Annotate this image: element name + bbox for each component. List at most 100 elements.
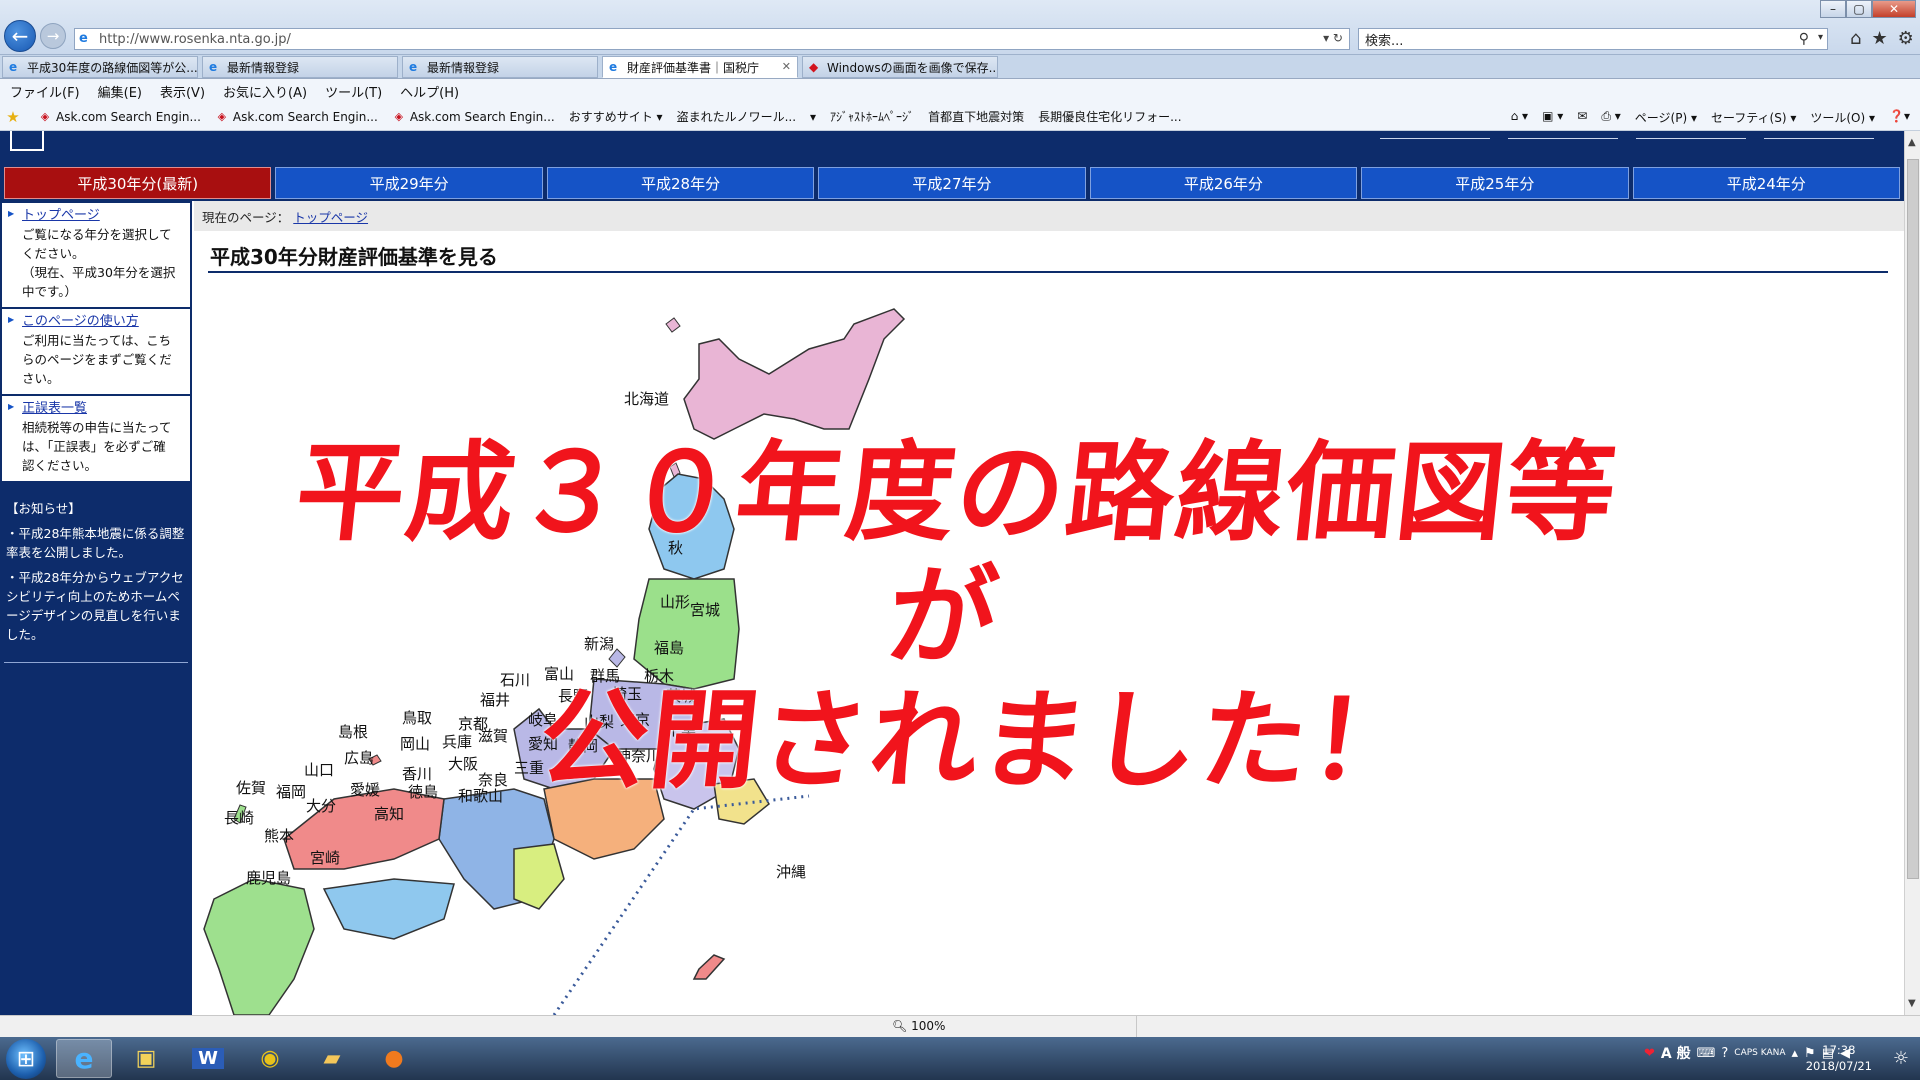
- map-label[interactable]: 富山: [544, 665, 574, 683]
- menu-favorites[interactable]: お気に入り(A): [223, 82, 307, 101]
- rss-icon[interactable]: ▣ ▾: [1542, 109, 1563, 126]
- help-icon[interactable]: ❓▾: [1889, 109, 1910, 126]
- taskbar-ie[interactable]: e: [56, 1039, 112, 1078]
- map-label[interactable]: 山形: [660, 593, 690, 611]
- show-desktop-button[interactable]: ☼: [1882, 1037, 1920, 1080]
- taskbar-app[interactable]: ▣: [118, 1039, 174, 1078]
- favorite-item[interactable]: ◈ Ask.com Search Engin...: [215, 110, 378, 124]
- map-label[interactable]: 石川: [500, 671, 530, 689]
- map-label[interactable]: 千葉: [666, 721, 696, 739]
- map-label[interactable]: 鹿児島: [246, 869, 291, 887]
- map-label[interactable]: 和歌山: [458, 787, 503, 805]
- map-label[interactable]: 東京: [620, 711, 650, 729]
- map-label[interactable]: 長崎: [224, 809, 254, 827]
- map-label[interactable]: 新潟: [584, 635, 614, 653]
- map-label[interactable]: 愛媛: [350, 781, 380, 799]
- close-window-button[interactable]: ✕: [1872, 0, 1916, 18]
- home-icon[interactable]: ⌂: [1850, 28, 1861, 49]
- header-link[interactable]: [1380, 131, 1490, 139]
- favorite-item[interactable]: e首都直下地震対策: [0, 108, 1024, 248]
- favorites-star-icon[interactable]: ★: [1871, 28, 1887, 49]
- header-link[interactable]: [1508, 131, 1618, 139]
- map-label[interactable]: 兵庫: [442, 733, 472, 751]
- close-tab-icon[interactable]: ✕: [782, 60, 791, 73]
- maximize-button[interactable]: ▢: [1846, 0, 1872, 18]
- zoom-level[interactable]: 🔍︎ 100%: [892, 1019, 945, 1033]
- region-tohoku-north[interactable]: [648, 473, 735, 580]
- mail-icon[interactable]: ✉: [1577, 109, 1587, 126]
- map-label[interactable]: 三重: [514, 759, 544, 777]
- map-label[interactable]: 広島: [344, 749, 374, 767]
- tab-2[interactable]: e 最新情報登録: [402, 56, 598, 78]
- tab-0[interactable]: e 平成30年度の路線価図等が公...: [2, 56, 198, 78]
- scroll-up-icon[interactable]: ▲: [1908, 137, 1916, 148]
- sidebar-link-top[interactable]: トップページ: [10, 207, 184, 225]
- region-tokai[interactable]: [543, 778, 665, 860]
- map-label[interactable]: 北海道: [624, 390, 669, 408]
- taskbar-explorer[interactable]: ▰: [304, 1039, 360, 1078]
- map-label[interactable]: 栃木: [644, 667, 674, 685]
- command-tools[interactable]: ツール(O) ▾: [1810, 109, 1875, 126]
- refresh-icon[interactable]: ▾ ↻: [1323, 31, 1343, 45]
- menu-help[interactable]: ヘルプ(H): [400, 82, 459, 101]
- map-label[interactable]: 埼玉: [612, 685, 642, 703]
- favorites-add-button[interactable]: ★: [6, 109, 24, 124]
- home-icon[interactable]: ⌂ ▾: [1511, 109, 1528, 126]
- chevron-down-icon[interactable]: ▾: [1818, 32, 1823, 43]
- header-link[interactable]: [1764, 131, 1874, 139]
- header-link[interactable]: [1636, 131, 1746, 139]
- map-label[interactable]: 岐阜: [528, 711, 558, 729]
- breadcrumb-link-top[interactable]: トップページ: [293, 207, 368, 226]
- map-label[interactable]: 高知: [374, 805, 404, 823]
- region-mie[interactable]: [513, 843, 565, 910]
- scrollbar-thumb[interactable]: [1907, 159, 1919, 879]
- print-icon[interactable]: ⎙ ▾: [1601, 109, 1620, 126]
- search-input[interactable]: 検索... ⚲ ▾: [1358, 28, 1828, 50]
- favorite-item[interactable]: e長期優良住宅化リフォー...: [0, 108, 1182, 248]
- map-label[interactable]: 茨城: [666, 687, 696, 705]
- map-label[interactable]: 滋賀: [478, 727, 508, 745]
- menu-view[interactable]: 表示(V): [160, 82, 205, 101]
- tab-h28[interactable]: 平成28年分: [546, 167, 815, 199]
- menu-edit[interactable]: 編集(E): [98, 82, 142, 101]
- prefecture-hokkaido[interactable]: [683, 308, 906, 440]
- map-label[interactable]: 沖縄: [776, 863, 806, 881]
- taskbar-word[interactable]: W: [180, 1039, 236, 1078]
- ime-indicator[interactable]: A 般: [1661, 1043, 1691, 1063]
- map-label[interactable]: 静岡: [568, 737, 598, 755]
- map-label[interactable]: 宮崎: [310, 849, 340, 867]
- menu-file[interactable]: ファイル(F): [10, 82, 80, 101]
- map-label[interactable]: 群馬: [590, 667, 620, 685]
- start-button[interactable]: ⊞: [6, 1039, 46, 1079]
- taskbar-firefox[interactable]: ●: [366, 1039, 422, 1078]
- command-safety[interactable]: セーフティ(S) ▾: [1711, 109, 1796, 126]
- map-label[interactable]: 佐賀: [236, 779, 266, 797]
- island-okinawa[interactable]: [692, 954, 726, 980]
- map-label[interactable]: 福岡: [276, 783, 306, 801]
- favorite-item[interactable]: eおすすめサイト ▾: [0, 108, 663, 248]
- map-label[interactable]: 宮城: [690, 601, 720, 619]
- map-label[interactable]: 愛知: [528, 735, 558, 753]
- search-icon[interactable]: ⚲: [1799, 31, 1809, 47]
- forward-button[interactable]: →: [40, 23, 66, 49]
- map-label[interactable]: 山梨: [584, 713, 614, 731]
- command-page[interactable]: ページ(P) ▾: [1635, 109, 1697, 126]
- sidebar-link-errata[interactable]: 正誤表一覧: [10, 400, 184, 418]
- minimize-button[interactable]: –: [1820, 0, 1846, 18]
- map-label[interactable]: 神奈川: [616, 747, 661, 765]
- ime-tool-icon[interactable]: ⌨: [1697, 1046, 1716, 1061]
- tab-h29[interactable]: 平成29年分: [275, 167, 543, 199]
- map-label[interactable]: 長野: [558, 687, 588, 705]
- map-label[interactable]: 島根: [338, 723, 368, 741]
- tab-3[interactable]: e 財産評価基準書｜国税庁 ✕: [602, 56, 798, 78]
- map-label[interactable]: 鳥取: [402, 709, 432, 727]
- map-label[interactable]: 香川: [402, 765, 432, 783]
- favorite-item[interactable]: eｱｼﾞｬｽﾄﾎｰﾑﾍﾟｰｼﾞ: [0, 108, 914, 248]
- back-button[interactable]: ←: [4, 20, 36, 52]
- vertical-scrollbar[interactable]: ▲ ▼: [1904, 131, 1920, 1015]
- taskbar-clock[interactable]: 17:38 2018/07/21: [1806, 1042, 1872, 1074]
- favorites-dropdown[interactable]: ▾: [810, 110, 816, 124]
- tab-h25[interactable]: 平成25年分: [1361, 167, 1629, 199]
- tab-h24[interactable]: 平成24年分: [1632, 167, 1900, 199]
- favorite-item[interactable]: ◈ Ask.com Search Engin...: [38, 110, 201, 124]
